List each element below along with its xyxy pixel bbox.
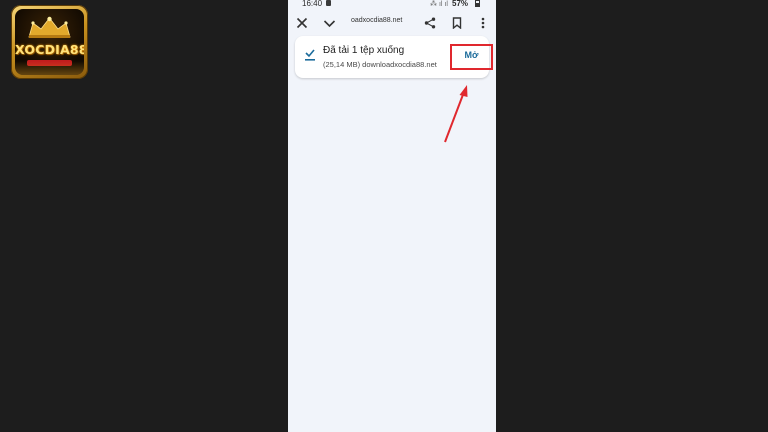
download-complete-icon xyxy=(305,49,315,61)
download-subtitle: (25,14 MB) downloadxocdia88.net xyxy=(323,60,437,69)
more-vert-icon[interactable] xyxy=(473,13,493,33)
crown-icon xyxy=(28,16,71,38)
share-icon[interactable] xyxy=(420,13,440,33)
url-text: oadxocdia88.net xyxy=(351,17,403,24)
bookmark-icon[interactable] xyxy=(447,13,467,33)
chevron-down-icon[interactable] xyxy=(319,13,339,33)
status-bar: 16:40 ⁂ ıl ıl 57% xyxy=(288,0,496,9)
open-button[interactable]: Mở xyxy=(450,44,493,70)
brand-glow xyxy=(15,61,84,75)
status-time: 16:40 xyxy=(302,0,323,8)
open-button-label: Mở xyxy=(464,50,479,60)
battery-icon xyxy=(475,0,480,7)
brand-logo: XOCDIA88 xyxy=(11,5,88,79)
sim-card-icon xyxy=(326,0,331,6)
brand-logo-emblem: XOCDIA88 xyxy=(15,9,84,75)
brand-wordmark: XOCDIA88 xyxy=(15,42,84,57)
close-icon[interactable] xyxy=(292,13,312,33)
download-title: Đã tải 1 tệp xuống xyxy=(323,45,405,56)
phone-screen: 16:40 ⁂ ıl ıl 57% oadxocdia88.net Đã tải… xyxy=(288,0,496,432)
signal-icon: ⁂ ıl ıl xyxy=(430,1,448,8)
download-notification: Đã tải 1 tệp xuống (25,14 MB) downloadxo… xyxy=(295,36,493,78)
battery-percent: 57% xyxy=(452,0,469,8)
